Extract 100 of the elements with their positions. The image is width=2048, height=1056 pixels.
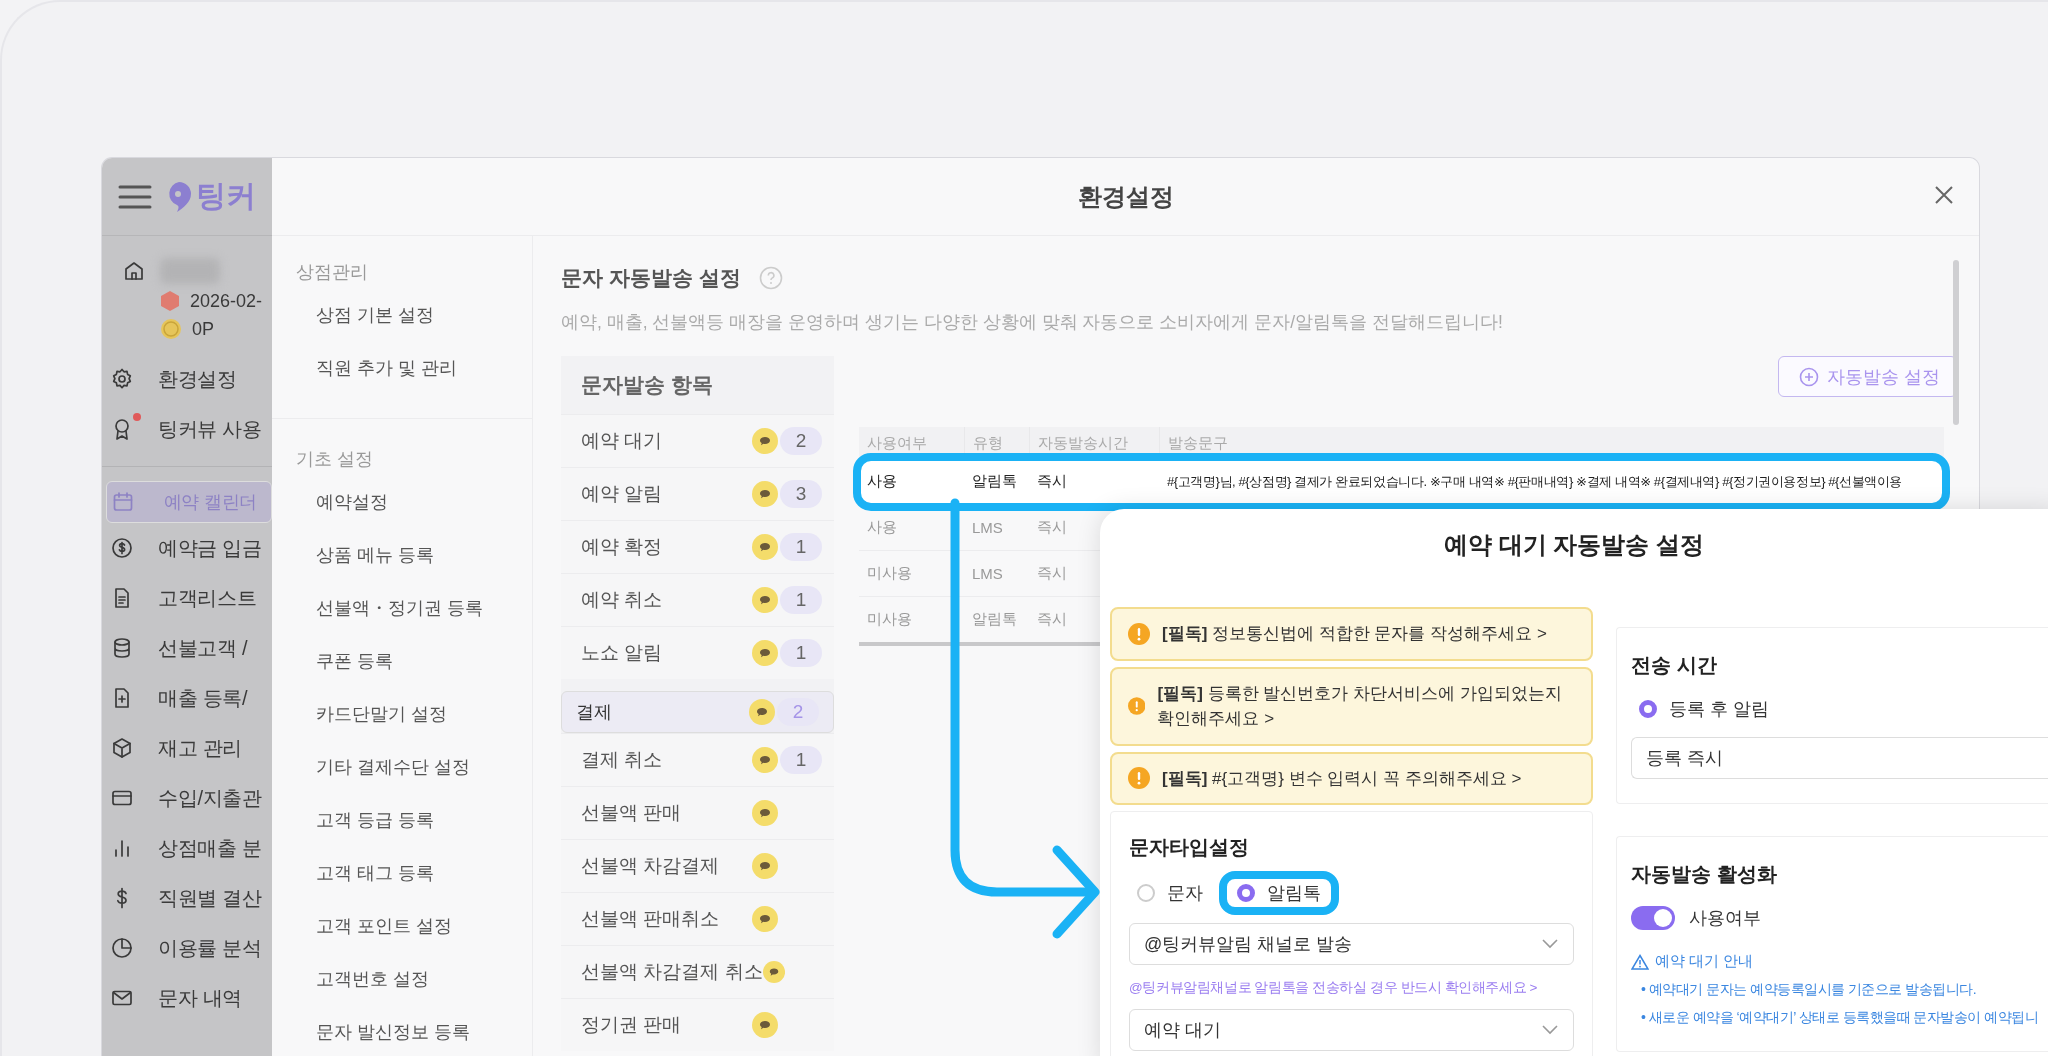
nav-item[interactable]: 고객 태그 등록: [272, 846, 532, 899]
card-title: 전송 시간: [1631, 653, 1718, 678]
chat-bubble-icon: [752, 428, 778, 454]
sidebar-item[interactable]: 매출 등록/: [102, 673, 272, 723]
table-cell: 사용: [859, 459, 964, 505]
house-icon: [122, 259, 146, 283]
notice-text: [필독] 정보통신법에 적합한 문자를 작성해주세요 >: [1162, 623, 1547, 645]
radio-button[interactable]: [1137, 884, 1155, 902]
radio-option[interactable]: 등록 후 알림: [1631, 693, 1777, 725]
chat-bubble-icon: [762, 959, 785, 985]
count-badge: 1: [780, 533, 822, 561]
section-description: 예약, 매출, 선불액등 매장을 운영하며 생기는 다양한 상황에 맞춰 자동으로 소비자에게 문자/알림톡을 전달해드립니다!: [561, 311, 1504, 334]
notice-text: [필독] 등록한 발신번호가 차단서비스에 가입되었는지 확인해주세요 >: [1157, 682, 1563, 730]
list-item[interactable]: 결제 2: [561, 691, 834, 733]
list-title: 문자발송 항목: [580, 372, 714, 398]
warning-icon: [1128, 695, 1146, 717]
time-select[interactable]: 등록 즉시: [1631, 737, 2048, 779]
nav-item[interactable]: 쿠폰 등록: [272, 634, 532, 687]
nav-group-title: 상점관리: [295, 261, 369, 284]
list-item[interactable]: 노쇼 알림 1: [561, 626, 834, 679]
list-item[interactable]: 예약 알림 3: [561, 467, 834, 520]
notice-item: • 예약대기 문자는 예약등록일시를 기준으로 발송됩니다.: [1640, 981, 1978, 999]
notice-title: 예약 대기 안내: [1655, 952, 1754, 971]
card-title: 문자타입설정: [1129, 835, 1250, 860]
template-select[interactable]: 예약 대기: [1129, 1009, 1574, 1051]
notice-text: [필독] #{고객명} 변수 입력시 꼭 주의해주세요 >: [1162, 767, 1522, 790]
gear-icon: [110, 367, 134, 391]
scrollbar[interactable]: [1953, 260, 1959, 425]
sidebar-item[interactable]: 문자 내역: [102, 973, 272, 1023]
list-item[interactable]: 결제 취소 1: [561, 733, 834, 786]
nav-item[interactable]: 카드단말기 설정: [272, 687, 532, 740]
toggle-switch[interactable]: [1631, 906, 1675, 930]
notice-banner[interactable]: [필독] 등록한 발신번호가 차단서비스에 가입되었는지 확인해주세요 >: [1110, 666, 1593, 746]
count-badge: 1: [780, 639, 822, 667]
nav-item[interactable]: 고객 등급 등록: [272, 793, 532, 846]
table-cell: LMS: [964, 505, 1029, 551]
chat-bubble-icon: [752, 747, 778, 773]
nav-item[interactable]: 예약설정: [272, 475, 532, 528]
sidebar-item[interactable]: 이용률 분석: [102, 923, 272, 973]
coin-icon: [160, 318, 182, 340]
radio-button[interactable]: [1237, 884, 1255, 902]
pin-logo-icon: [166, 180, 192, 213]
nav-item[interactable]: 고객 포인트 설정: [272, 899, 532, 952]
chat-bubble-icon: [752, 906, 778, 932]
warning-icon: [1128, 622, 1150, 645]
plus-circle-icon: [1799, 366, 1819, 387]
list-item[interactable]: 선불액 판매: [561, 786, 834, 839]
dialog-title: 환경설정: [1077, 181, 1174, 212]
sidebar-item[interactable]: 고객리스트: [102, 573, 272, 623]
nav-item[interactable]: 고객번호 설정: [272, 952, 532, 1005]
count-badge: 1: [780, 586, 822, 614]
sidebar-item[interactable]: 팅커뷰 사용: [102, 404, 272, 454]
nav-item[interactable]: 기타 결제수단 설정: [272, 740, 532, 793]
chat-bubble-icon: [752, 481, 778, 507]
chevron-down-icon: [1541, 1024, 1559, 1036]
card-title: 자동발송 활성화: [1631, 862, 1778, 887]
list-item[interactable]: 예약 확정 1: [561, 520, 834, 573]
chat-bubble-icon: [752, 800, 778, 826]
sidebar-item[interactable]: 예약금 입금: [102, 523, 272, 573]
sidebar-item[interactable]: 수입/지출관: [102, 773, 272, 823]
radio-option[interactable]: 문자: [1129, 877, 1211, 909]
section-title: 문자 자동발송 설정: [561, 265, 741, 291]
logo-text: 팅커: [196, 178, 256, 214]
nav-item[interactable]: 선불액・정기권 등록: [272, 581, 532, 634]
list-item[interactable]: 선불액 판매취소: [561, 892, 834, 945]
sidebar-item[interactable]: 재고 관리: [102, 723, 272, 773]
table-cell: 사용: [859, 505, 964, 551]
sidebar-item[interactable]: 선불고객 /: [102, 623, 272, 673]
list-item[interactable]: 예약 취소 1: [561, 573, 834, 626]
nav-item[interactable]: 상점 기본 설정: [272, 288, 532, 341]
chat-bubble-icon: [752, 640, 778, 666]
list-item[interactable]: 선불액 차감결제 취소: [561, 945, 834, 998]
notice-item: • 새로운 예약을 ‘예약대기’ 상태로 등록했을때 문자발송이 예약됩니: [1640, 1009, 2040, 1027]
list-item[interactable]: 선불액 차감결제: [561, 839, 834, 892]
table-cell: 알림톡: [964, 459, 1029, 505]
table-cell: 미사용: [859, 597, 964, 646]
notice-banner[interactable]: [필독] #{고객명} 변수 입력시 꼭 주의해주세요 >: [1110, 751, 1593, 805]
nav-item[interactable]: 상품 메뉴 등록: [272, 528, 532, 581]
radio-button[interactable]: [1639, 700, 1657, 718]
notice-banner[interactable]: [필독] 정보통신법에 적합한 문자를 작성해주세요 >: [1110, 607, 1593, 661]
warning-triangle-icon: [1631, 953, 1649, 970]
list-item[interactable]: 정기권 판매: [561, 998, 834, 1051]
hexagon-badge-icon: [160, 290, 180, 312]
chat-bubble-icon: [749, 699, 775, 725]
nav-item[interactable]: 문자 발신정보 등록: [272, 1005, 532, 1056]
sidebar-item[interactable]: 환경설정: [102, 354, 272, 404]
radio-option[interactable]: 알림톡: [1223, 875, 1335, 911]
sidebar-item[interactable]: 직원별 결산: [102, 873, 272, 923]
sidebar-item[interactable]: 상점매출 분: [102, 823, 272, 873]
cube-icon: [110, 736, 134, 760]
menu-icon[interactable]: [118, 183, 152, 210]
channel-select[interactable]: @팅커뷰알림 채널로 발송: [1129, 923, 1574, 965]
nav-item[interactable]: 직원 추가 및 관리: [272, 341, 532, 394]
calendar-icon: [111, 490, 135, 514]
expiry-date: 2026-02-: [190, 290, 263, 312]
chevron-down-icon: [1541, 938, 1559, 950]
table-cell: 즉시: [1029, 459, 1159, 505]
warning-icon: [1128, 767, 1150, 790]
list-item[interactable]: 예약 대기 2: [561, 414, 834, 467]
close-icon[interactable]: [1933, 184, 1955, 206]
